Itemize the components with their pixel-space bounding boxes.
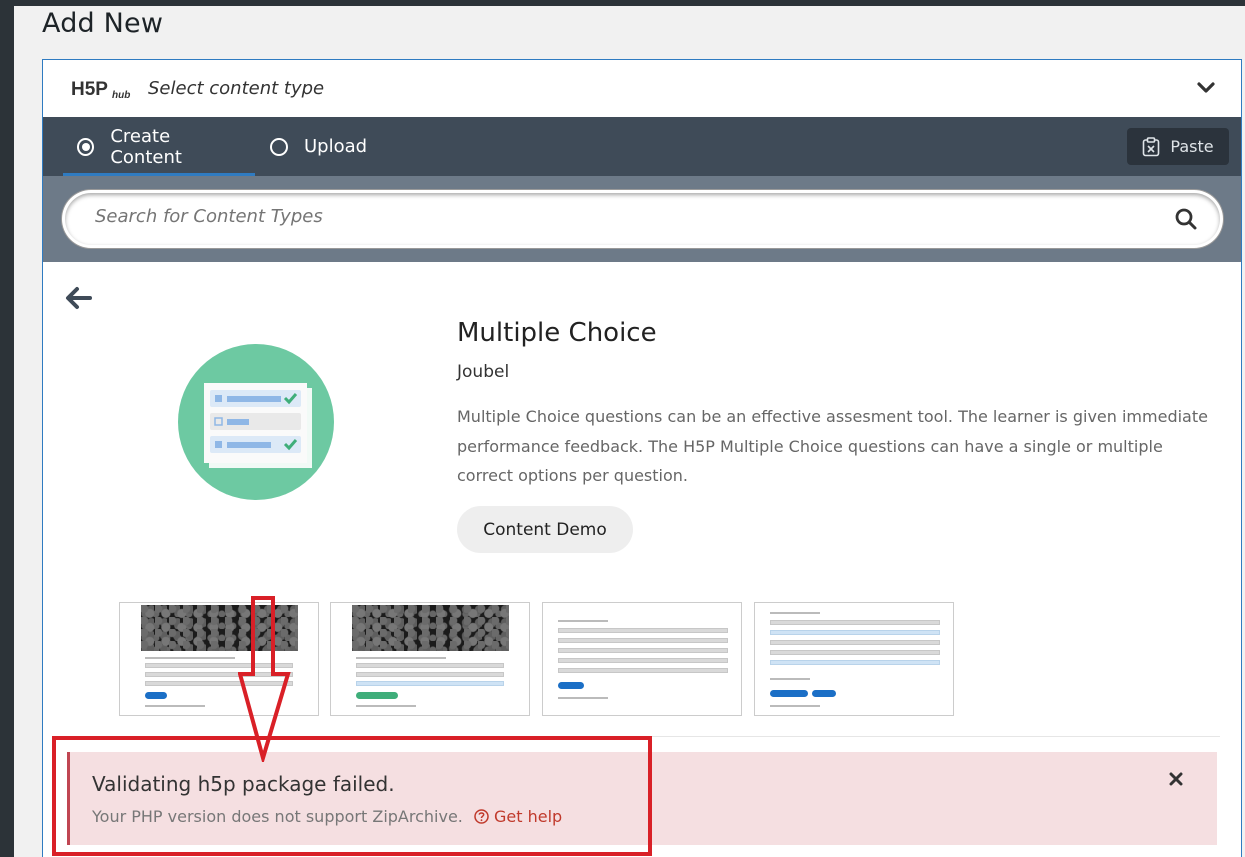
clipboard-icon <box>1143 136 1160 156</box>
content-type-owner: Joubel <box>457 362 510 382</box>
radio-unselected-icon <box>270 137 288 156</box>
content-type-title: Multiple Choice <box>457 318 657 348</box>
tab-create-content[interactable]: Create Content <box>63 117 255 176</box>
hub-title: Select content type <box>148 78 325 99</box>
tab-upload[interactable]: Upload <box>270 117 367 176</box>
chevron-down-icon[interactable] <box>1197 82 1215 94</box>
h5p-hub-logo: H5P hub <box>71 79 130 100</box>
screenshot-thumbnail[interactable] <box>754 602 954 716</box>
close-icon[interactable] <box>1169 772 1183 786</box>
admin-sidebar-strip <box>0 0 14 857</box>
screenshot-thumbnail[interactable] <box>542 602 742 716</box>
tab-label: Create Content <box>110 125 182 168</box>
tab-label: Upload <box>304 136 368 157</box>
radio-selected-icon <box>77 137 95 156</box>
paste-button[interactable]: Paste <box>1127 128 1229 165</box>
content-type-description: Multiple Choice questions can be an effe… <box>457 407 1208 485</box>
back-arrow-icon[interactable] <box>65 286 93 310</box>
window-top-strip <box>0 0 1245 6</box>
search-box[interactable] <box>65 193 1220 245</box>
tab-bar: Create Content Upload Paste <box>43 117 1241 176</box>
search-area <box>43 176 1241 262</box>
search-icon[interactable] <box>1174 207 1198 231</box>
content-demo-button[interactable]: Content Demo <box>457 506 633 553</box>
multiple-choice-icon <box>178 344 334 500</box>
search-input[interactable] <box>95 206 1145 227</box>
svg-text:H5P: H5P <box>71 79 108 100</box>
annotation-highlight-box <box>52 736 652 856</box>
page-title: Add New <box>42 8 164 39</box>
paste-label: Paste <box>1170 137 1214 156</box>
hub-header[interactable]: H5P hub Select content type <box>43 60 1241 117</box>
screenshot-thumbnail[interactable] <box>330 602 530 716</box>
svg-text:hub: hub <box>112 90 130 100</box>
